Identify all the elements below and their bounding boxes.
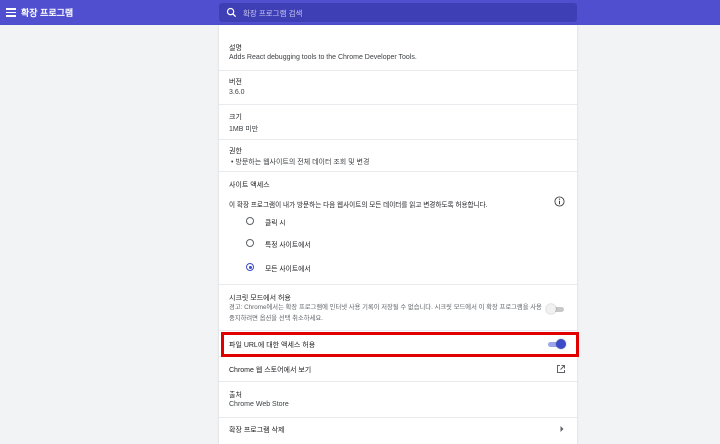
radio-label-all-sites: 모든 사이트에서: [265, 266, 311, 273]
version-value: 3.6.0: [229, 89, 245, 96]
site-access-label: 사이트 액세스: [229, 182, 270, 189]
permission-text: 방문하는 웹사이트의 전체 데이터 조회 및 변경: [235, 159, 370, 166]
permission-item: • 방문하는 웹사이트의 전체 데이터 조회 및 변경: [231, 157, 369, 167]
radio-label-specific-sites: 특정 사이트에서: [265, 242, 311, 249]
divider: [219, 139, 577, 140]
radio-all-sites[interactable]: [246, 263, 254, 271]
radio-label-on-click: 클릭 시: [265, 220, 286, 227]
top-bar: 확장 프로그램 확장 프로그램 검색: [0, 0, 720, 25]
divider: [219, 171, 577, 172]
divider: [219, 381, 577, 382]
description-value: Adds React debugging tools to the Chrome…: [229, 54, 417, 61]
radio-on-click[interactable]: [246, 217, 254, 225]
source-label: 출처: [229, 392, 242, 399]
divider: [219, 104, 577, 105]
size-label: 크기: [229, 114, 242, 121]
site-access-description: 이 확장 프로그램이 내가 방문하는 다음 웹사이트의 모든 데이터를 읽고 변…: [229, 202, 488, 209]
version-label: 버전: [229, 79, 242, 86]
search-input[interactable]: 확장 프로그램 검색: [219, 3, 577, 22]
info-icon[interactable]: [554, 196, 565, 207]
divider: [219, 284, 577, 285]
divider: [219, 417, 577, 418]
chevron-right-icon[interactable]: [559, 425, 565, 433]
incognito-toggle[interactable]: [546, 304, 566, 314]
remove-extension-button[interactable]: 확장 프로그램 삭제: [229, 425, 284, 435]
incognito-warning: 경고: Chrome에서는 확장 프로그램에 인터넷 사용 기록이 저장될 수 …: [229, 304, 542, 322]
search-placeholder: 확장 프로그램 검색: [243, 9, 303, 18]
highlight-box: [221, 332, 579, 357]
permissions-label: 권한: [229, 148, 242, 155]
webstore-link[interactable]: Chrome 웹 스토어에서 보기: [229, 365, 311, 375]
size-value: 1MB 미만: [229, 126, 259, 133]
radio-specific-sites[interactable]: [246, 239, 254, 247]
menu-icon[interactable]: [6, 8, 16, 17]
description-label: 설명: [229, 45, 242, 52]
divider: [219, 70, 577, 71]
source-value: Chrome Web Store: [229, 401, 289, 408]
search-icon: [226, 7, 237, 18]
open-in-new-icon[interactable]: [556, 364, 566, 374]
toggle-knob: [546, 304, 556, 314]
page-title: 확장 프로그램: [21, 8, 74, 18]
extension-details-card: 설명 Adds React debugging tools to the Chr…: [219, 25, 577, 444]
divider: [219, 330, 577, 331]
